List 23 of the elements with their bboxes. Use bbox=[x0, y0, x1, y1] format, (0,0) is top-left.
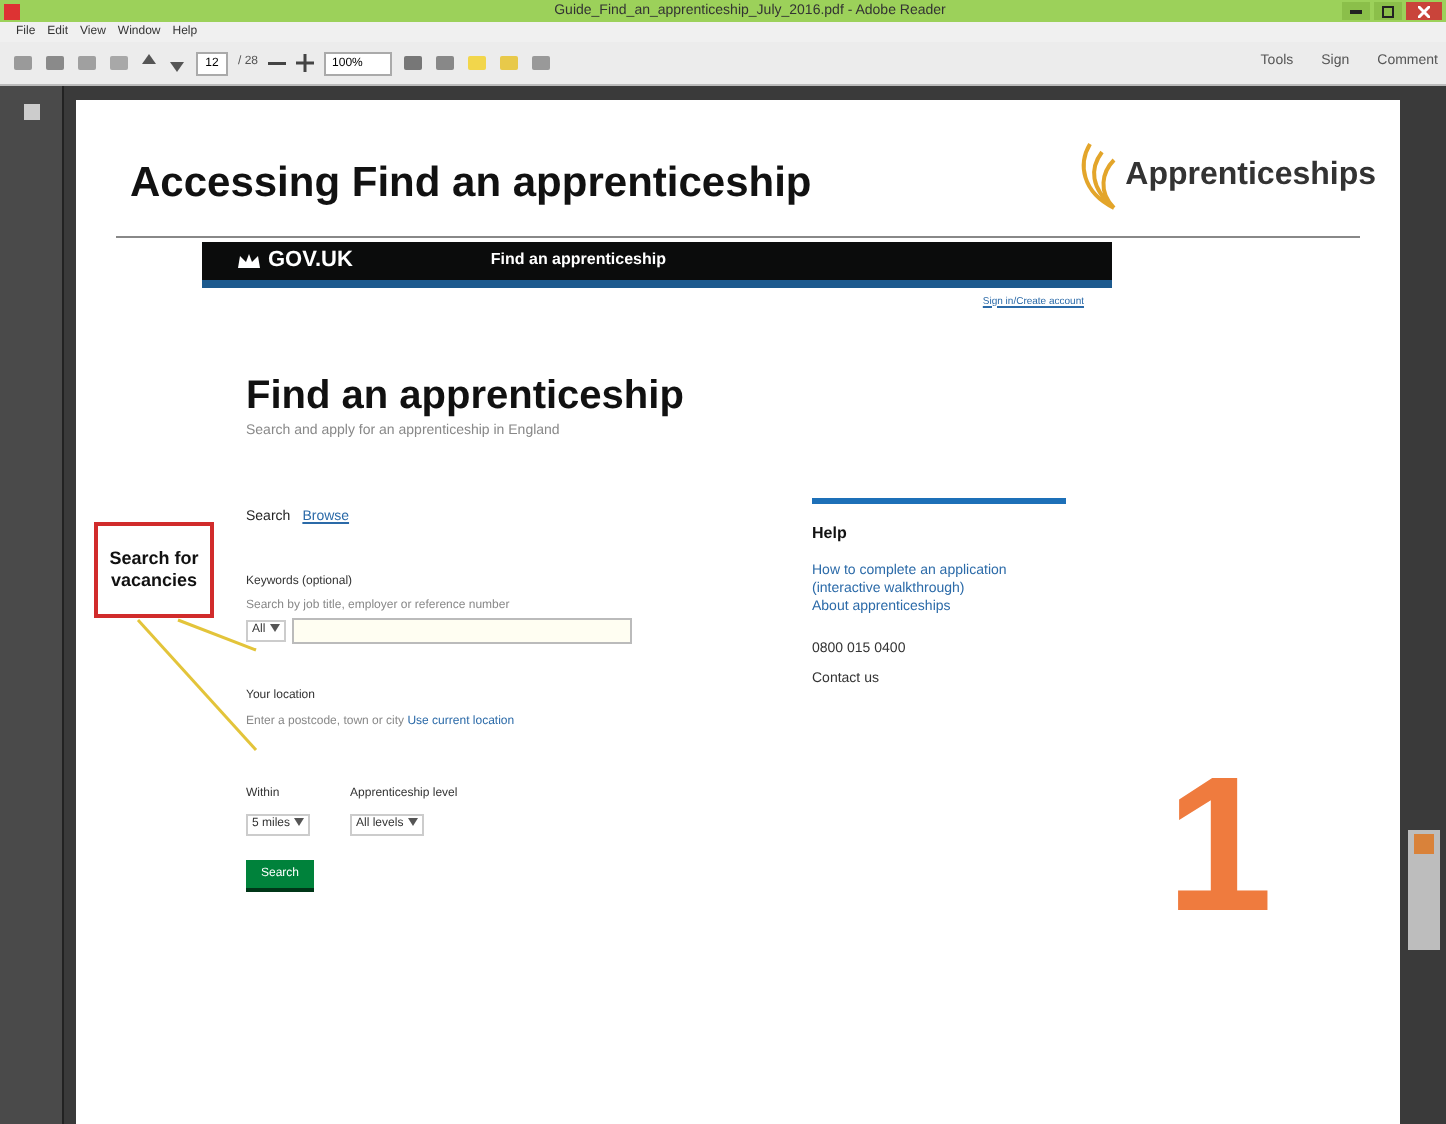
caret-icon bbox=[269, 624, 280, 633]
govuk-brand[interactable]: GOV.UK bbox=[268, 243, 353, 277]
app-icon bbox=[1413, 834, 1433, 854]
callout-text: Search for vacancies bbox=[107, 548, 201, 592]
step-number: 1 bbox=[1166, 750, 1273, 942]
page-title: Find an apprenticeship bbox=[246, 372, 684, 422]
document-heading: Accessing Find an apprenticeship bbox=[130, 158, 812, 210]
close-icon bbox=[1418, 5, 1430, 17]
pages-icon[interactable] bbox=[21, 102, 41, 122]
minimize-button[interactable] bbox=[1342, 2, 1370, 20]
help-heading: Help bbox=[812, 522, 849, 546]
restore-icon bbox=[1382, 5, 1394, 17]
maximize-button[interactable] bbox=[1374, 2, 1402, 20]
close-button[interactable] bbox=[1406, 2, 1442, 20]
service-name[interactable]: Find an apprenticeship bbox=[490, 248, 666, 272]
app-icon bbox=[4, 3, 20, 19]
logo-text: Apprenticeships bbox=[1125, 156, 1376, 196]
caret-icon bbox=[407, 818, 418, 827]
minimize-icon bbox=[1350, 9, 1362, 13]
crown-icon bbox=[236, 251, 262, 269]
keywords-field[interactable] bbox=[291, 618, 632, 644]
caret-icon bbox=[294, 818, 305, 827]
zoom-in-icon[interactable] bbox=[296, 54, 315, 72]
